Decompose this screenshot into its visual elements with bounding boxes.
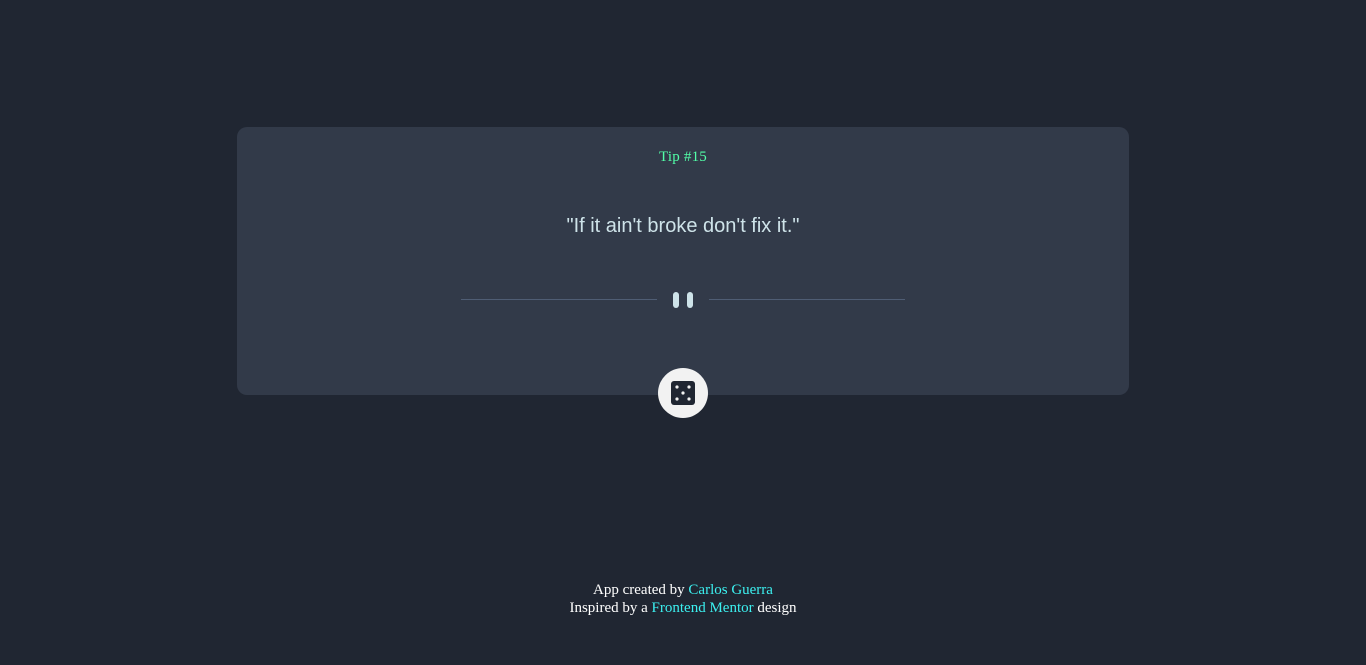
footer-line-credit: App created by Carlos Guerra — [0, 581, 1366, 599]
advice-quote: "If it ain't broke don't fix it." — [566, 215, 800, 237]
footer-line-inspiration: Inspired by a Frontend Mentor design — [0, 599, 1366, 617]
footer-inspired-text: Inspired by a — [569, 600, 648, 616]
pause-icon — [673, 292, 693, 308]
author-link[interactable]: Carlos Guerra — [688, 582, 773, 598]
divider-line-right — [709, 299, 905, 300]
tip-label: Tip #15 — [659, 149, 707, 165]
frontend-mentor-link[interactable]: Frontend Mentor — [652, 600, 754, 616]
advice-card: Tip #15 "If it ain't broke don't fix it.… — [237, 127, 1129, 418]
dice-button[interactable] — [658, 368, 708, 418]
dice-icon — [671, 381, 695, 405]
footer-design-text: design — [757, 600, 797, 616]
footer: App created by Carlos Guerra Inspired by… — [0, 581, 1366, 617]
footer-credit-text: App created by — [593, 582, 685, 598]
divider-line-left — [461, 299, 657, 300]
